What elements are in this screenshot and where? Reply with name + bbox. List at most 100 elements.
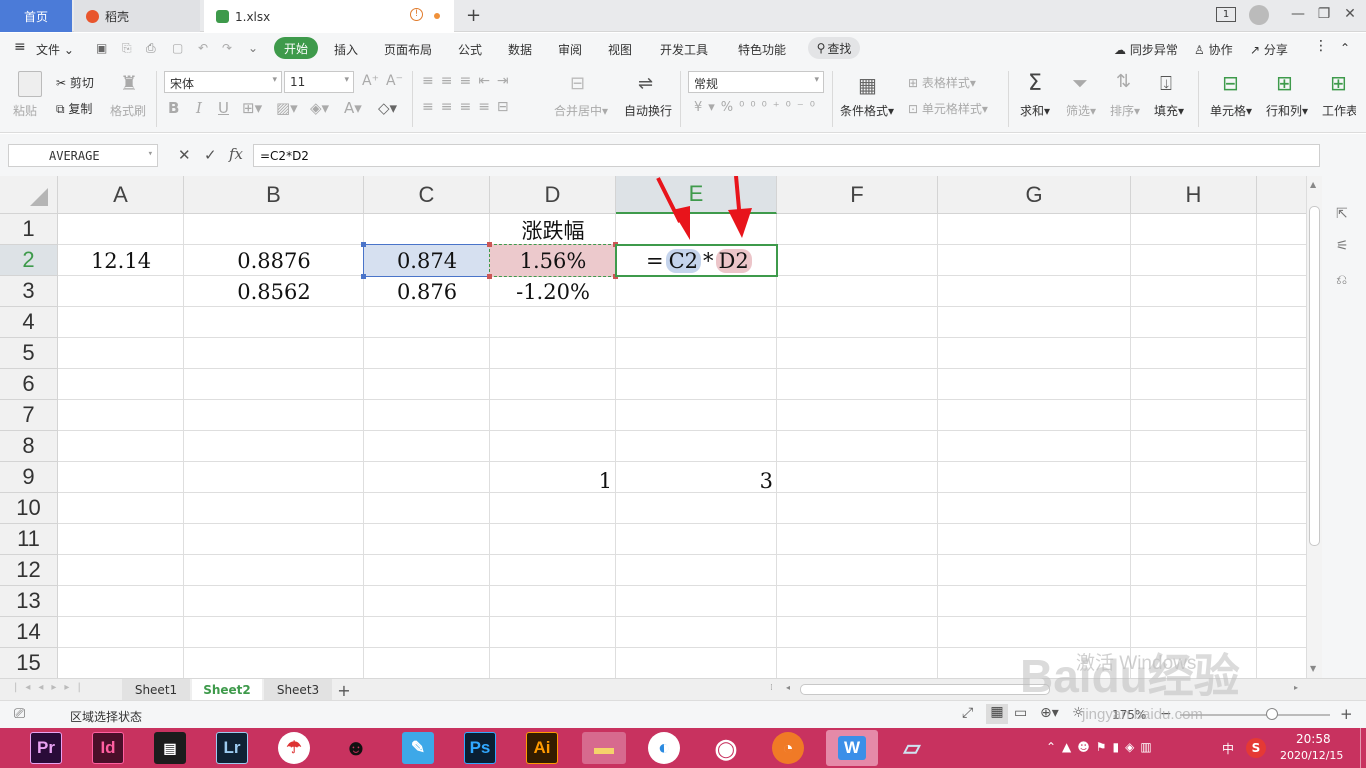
select-all-corner[interactable] — [0, 176, 58, 214]
sync-status-button[interactable]: ☁ 同步异常 — [1114, 41, 1178, 58]
video-editor-icon[interactable]: ▤ — [154, 732, 186, 764]
normal-view-icon[interactable]: ▦ — [986, 704, 1008, 724]
indesign-icon[interactable]: Id — [92, 732, 124, 764]
align-vertical-icons[interactable]: ≡≡≡⇤⇥ — [422, 73, 516, 89]
cell-c2[interactable]: 0.874 — [364, 245, 490, 276]
font-name-select[interactable]: 宋体 ▾ — [164, 71, 282, 93]
row-header-3[interactable]: 3 — [0, 276, 58, 307]
merge-icon[interactable]: ⊟ — [570, 73, 585, 94]
sort-button[interactable]: 排序▾ — [1110, 102, 1140, 119]
worksheet-icon[interactable]: ⊞ — [1330, 71, 1347, 95]
cell-icon[interactable]: ⊟ — [1222, 71, 1239, 95]
row-header-8[interactable]: 8 — [0, 431, 58, 462]
name-box[interactable]: AVERAGE ▾ — [8, 144, 158, 167]
decrease-font-icon[interactable]: A⁻ — [386, 73, 403, 89]
share-button[interactable]: ↗ 分享 — [1250, 41, 1288, 58]
column-header-d[interactable]: D — [490, 176, 616, 214]
chat-app-icon[interactable]: ✎ — [402, 732, 434, 764]
row-header-10[interactable]: 10 — [0, 493, 58, 524]
scrollbar-thumb[interactable] — [1309, 206, 1320, 546]
clear-format-icon[interactable]: ◇▾ — [378, 99, 397, 117]
lightroom-icon[interactable]: Lr — [216, 732, 248, 764]
undo-icon[interactable]: ↶ — [198, 41, 208, 55]
redo-icon[interactable]: ↷ — [222, 41, 232, 55]
row-col-button[interactable]: 行和列▾ — [1266, 102, 1308, 119]
restore-icon[interactable]: ❐ — [1314, 6, 1334, 22]
cell-b3[interactable]: 0.8562 — [184, 276, 364, 307]
chrome-icon[interactable]: ◉ — [710, 732, 742, 764]
zoom-slider-thumb[interactable] — [1266, 708, 1278, 720]
menu-review[interactable]: 审阅 — [558, 41, 582, 58]
cell-d1[interactable]: 涨跌幅 — [490, 214, 616, 245]
wps-taskbar-icon[interactable]: W — [826, 730, 878, 766]
file-explorer-icon[interactable]: ▬ — [582, 732, 626, 764]
splitter-icon[interactable]: ⁞ — [770, 683, 773, 693]
umbrella-app-icon[interactable]: ☂ — [278, 732, 310, 764]
menu-formula[interactable]: 公式 — [458, 41, 482, 58]
fill-button[interactable]: 填充▾ — [1154, 102, 1184, 119]
close-icon[interactable]: ✕ — [1340, 6, 1360, 22]
format-painter-icon[interactable]: ♜ — [120, 71, 138, 95]
formula-input[interactable]: =C2*D2 — [253, 144, 1320, 167]
export-icon[interactable]: ⎘ — [122, 41, 132, 56]
row-header-1[interactable]: 1 — [0, 214, 58, 245]
cell-d9[interactable]: 1 — [490, 465, 612, 496]
save-icon[interactable]: ▣ — [96, 41, 107, 55]
column-header-h[interactable]: H — [1131, 176, 1257, 214]
column-header-b[interactable]: B — [184, 176, 364, 214]
sheet-tab-1[interactable]: Sheet1 — [122, 679, 190, 701]
window-count-badge[interactable]: 1 — [1216, 7, 1236, 22]
worksheet-button[interactable]: 工作表 — [1322, 102, 1356, 119]
column-header-c[interactable]: C — [364, 176, 490, 214]
tab-home[interactable]: 首页 — [0, 0, 72, 32]
row-header-7[interactable]: 7 — [0, 400, 58, 431]
horizontal-scrollbar-thumb[interactable] — [800, 684, 1050, 695]
menu-developer[interactable]: 开发工具 — [660, 41, 708, 58]
conditional-format-button[interactable]: 条件格式▾ — [840, 102, 894, 119]
menu-start[interactable]: 开始 — [274, 37, 318, 59]
cut-button[interactable]: ✂ 剪切 — [56, 74, 94, 91]
tab-file[interactable]: 1.xlsx ! — [204, 0, 454, 33]
bold-icon[interactable]: B — [168, 99, 179, 117]
row-header-13[interactable]: 13 — [0, 586, 58, 617]
filter-icon[interactable]: ⏷ — [1072, 71, 1088, 95]
sum-button[interactable]: 求和▾ — [1020, 102, 1050, 119]
print-icon[interactable]: ⎙ — [146, 41, 156, 56]
menu-page-layout[interactable]: 页面布局 — [384, 41, 432, 58]
scroll-right-icon[interactable]: ▸ — [1294, 683, 1298, 692]
row-col-icon[interactable]: ⊞ — [1276, 71, 1293, 95]
collab-button[interactable]: ♙ 协作 — [1194, 41, 1233, 58]
avatar[interactable] — [1249, 5, 1269, 25]
number-format-icons[interactable]: ¥▾%⁰⁰⁰⁺⁰⁻⁰ — [694, 100, 821, 115]
paste-icon[interactable] — [18, 71, 42, 97]
cell-a2[interactable]: 12.14 — [58, 245, 184, 276]
page-layout-view-icon[interactable]: ▭ — [1014, 705, 1027, 721]
side-select-icon[interactable]: ⇱ — [1336, 206, 1348, 222]
side-backup-icon[interactable]: ⎌ — [1336, 272, 1347, 288]
vertical-scrollbar[interactable]: ▲ ▼ — [1306, 176, 1322, 678]
row-header-2[interactable]: 2 — [0, 245, 58, 276]
scroll-left-icon[interactable]: ◂ — [786, 683, 790, 692]
ime-indicator[interactable]: 中 — [1222, 740, 1234, 757]
underline-icon[interactable]: U — [218, 99, 229, 117]
column-header-a[interactable]: A — [58, 176, 184, 214]
sort-icon[interactable]: ⇅ — [1116, 71, 1131, 92]
premiere-icon[interactable]: Pr — [30, 732, 62, 764]
fill-icon[interactable]: ⍗ — [1160, 71, 1172, 95]
show-desktop-button[interactable] — [1360, 728, 1366, 768]
sheet-tab-2[interactable]: Sheet2 — [192, 679, 262, 701]
menu-data[interactable]: 数据 — [508, 41, 532, 58]
column-header-i[interactable] — [1257, 176, 1306, 214]
cell-b2[interactable]: 0.8876 — [184, 245, 364, 276]
wrap-text-button[interactable]: 自动换行 — [624, 102, 672, 119]
table-style-button[interactable]: ⊞ 表格样式▾ — [908, 74, 976, 91]
row-header-6[interactable]: 6 — [0, 369, 58, 400]
cell-button[interactable]: 单元格▾ — [1210, 102, 1252, 119]
cell-c3[interactable]: 0.876 — [364, 276, 490, 307]
menu-view[interactable]: 视图 — [608, 41, 632, 58]
font-size-select[interactable]: 11 ▾ — [284, 71, 354, 93]
conditional-format-icon[interactable]: ▦ — [858, 73, 877, 97]
new-tab-button[interactable]: + — [466, 5, 481, 26]
fx-icon[interactable]: fx — [229, 145, 243, 163]
align-horizontal-icons[interactable]: ≡≡≡≡⊟ — [422, 99, 516, 115]
